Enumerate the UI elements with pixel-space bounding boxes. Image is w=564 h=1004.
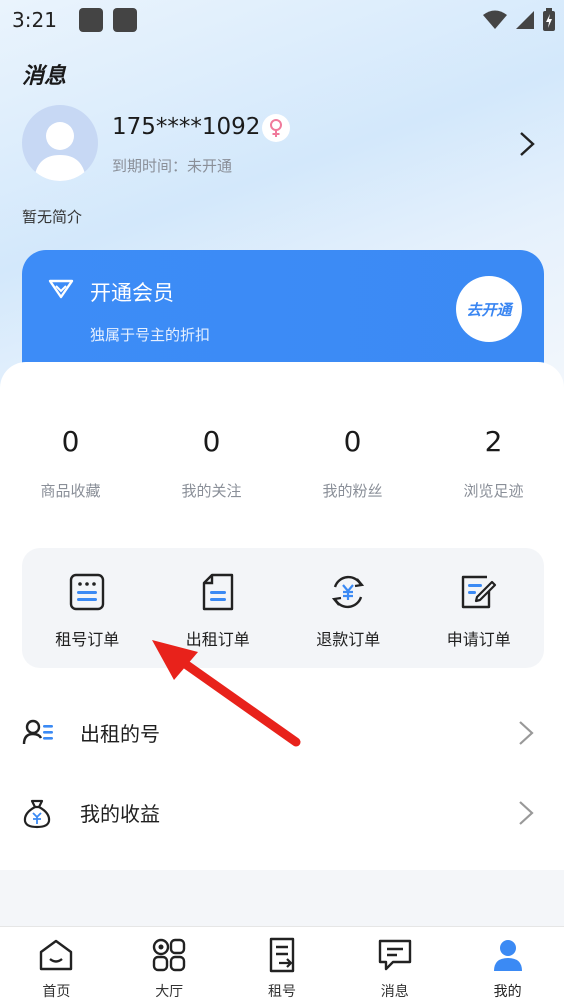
- apply-order-icon: [461, 575, 496, 609]
- stat-label: 我的粉丝: [322, 482, 383, 500]
- user-list-icon: [22, 719, 53, 745]
- stat-label: 浏览足迹: [463, 482, 524, 500]
- rent-order-icon: [70, 573, 105, 611]
- nav-label: 消息: [380, 984, 409, 1000]
- nav-label: 租号: [267, 984, 296, 1000]
- female-gender-icon: [262, 114, 290, 142]
- rent-order-button[interactable]: 租号订单: [22, 548, 153, 668]
- stat-favorites[interactable]: 0 商品收藏: [0, 422, 141, 501]
- open-vip-button[interactable]: 去开通: [456, 276, 522, 342]
- nav-home[interactable]: 首页: [0, 927, 113, 1004]
- stat-followers[interactable]: 0 我的粉丝: [282, 422, 423, 501]
- bio-text: 暂无简介: [22, 208, 83, 226]
- profile-icon: [493, 940, 522, 971]
- stat-label: 商品收藏: [40, 482, 101, 500]
- apply-order-button[interactable]: 申请订单: [414, 548, 545, 668]
- signal-icon: [516, 11, 534, 29]
- stat-value: 2: [484, 425, 503, 458]
- order-label: 申请订单: [446, 630, 511, 649]
- order-label: 租号订单: [55, 630, 120, 649]
- home-icon: [40, 939, 73, 971]
- nav-hall[interactable]: 大厅: [113, 927, 226, 1004]
- chevron-right-icon: [519, 801, 534, 825]
- rent-icon: [269, 937, 295, 973]
- stats-row: 0 商品收藏 0 我的关注 0 我的粉丝 2 浏览足迹: [0, 422, 564, 501]
- stat-value: 0: [202, 425, 221, 458]
- stat-value: 0: [343, 425, 362, 458]
- username: 175****1092: [112, 114, 261, 140]
- refund-order-icon: [332, 575, 365, 609]
- nav-label: 我的: [493, 984, 522, 1000]
- stat-following[interactable]: 0 我的关注: [141, 422, 282, 501]
- notification-icon: [78, 8, 103, 32]
- list-item-label: 我的收益: [80, 802, 160, 826]
- stat-value: 0: [61, 425, 80, 458]
- list-item-earnings[interactable]: 我的收益: [0, 772, 564, 852]
- status-time: 3:21: [12, 8, 57, 32]
- bottom-nav: 首页 大厅 租号 消息 我的: [0, 926, 564, 1004]
- hall-icon: [152, 938, 186, 972]
- avatar[interactable]: [22, 105, 98, 181]
- lease-order-icon: [202, 573, 233, 611]
- nav-label: 大厅: [155, 984, 184, 1000]
- message-icon: [378, 939, 411, 971]
- money-bag-icon: [23, 799, 51, 829]
- stat-history[interactable]: 2 浏览足迹: [423, 422, 564, 501]
- notification-icon: [112, 8, 137, 32]
- main-card: 0 商品收藏 0 我的关注 0 我的粉丝 2 浏览足迹 租号订单 出租订单 退款…: [0, 362, 564, 870]
- expire-label: 到期时间：未开通: [112, 157, 233, 175]
- stat-label: 我的关注: [181, 482, 242, 500]
- nav-profile[interactable]: 我的: [451, 927, 564, 1004]
- annotation-arrow: [152, 640, 301, 747]
- battery-icon: [543, 8, 555, 31]
- nav-rent[interactable]: 租号: [226, 927, 339, 1004]
- wifi-icon: [483, 10, 507, 29]
- status-bar: 3:21: [0, 0, 564, 40]
- default-avatar-icon: [34, 122, 86, 181]
- nav-label: 首页: [42, 984, 71, 1000]
- vip-title: 开通会员: [90, 281, 174, 305]
- diamond-icon: [48, 279, 74, 299]
- chevron-right-icon: [519, 721, 534, 745]
- nav-message[interactable]: 消息: [338, 927, 451, 1004]
- chevron-right-icon[interactable]: [516, 130, 538, 158]
- page-title: 消息: [22, 64, 67, 89]
- vip-subtitle: 独属于号主的折扣: [90, 326, 211, 344]
